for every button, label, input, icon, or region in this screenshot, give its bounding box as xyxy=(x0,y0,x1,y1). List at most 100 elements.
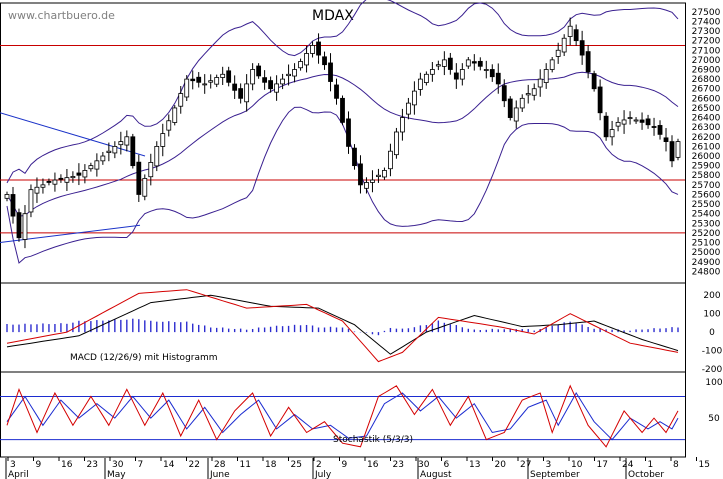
candle xyxy=(130,133,136,169)
x-day-label: 27 xyxy=(520,460,531,470)
y-tick-label: -100 xyxy=(702,347,723,357)
candle-down xyxy=(196,76,202,83)
y-tick-label: 25100 xyxy=(692,239,721,249)
x-day-label: 16 xyxy=(367,460,379,470)
watermark: www.chartbuero.de xyxy=(8,9,115,22)
candle xyxy=(148,153,154,186)
x-day-label: 1 xyxy=(648,460,654,470)
candle xyxy=(561,34,567,57)
candle xyxy=(376,168,381,183)
candle xyxy=(160,123,166,157)
candle-up xyxy=(459,69,465,80)
candle xyxy=(346,111,351,154)
x-month-label: August xyxy=(420,470,452,479)
candle xyxy=(22,205,28,249)
y-tick-label: 0 xyxy=(709,328,715,338)
candle xyxy=(304,45,309,73)
candle-down xyxy=(58,177,64,180)
candle-up xyxy=(549,59,555,70)
x-day-label: 23 xyxy=(87,460,98,470)
x-day-label: 30 xyxy=(418,460,430,470)
candle-down xyxy=(262,77,268,83)
candle xyxy=(124,130,130,152)
candle-up xyxy=(364,182,369,189)
candle-up xyxy=(483,69,489,71)
candle xyxy=(615,117,621,132)
candle xyxy=(477,57,483,71)
candle-down xyxy=(358,163,363,186)
candle-up xyxy=(519,97,525,109)
candle-up xyxy=(94,160,100,170)
candle xyxy=(388,143,393,177)
candle-down xyxy=(10,194,16,217)
candle-up xyxy=(154,146,160,167)
candle xyxy=(142,174,148,201)
candle xyxy=(609,120,615,146)
candle-up xyxy=(406,102,411,115)
y-tick-label: 50 xyxy=(708,414,720,424)
x-day-label: 24 xyxy=(622,460,634,470)
x-day-label: 9 xyxy=(342,460,348,470)
candle xyxy=(489,64,495,82)
x-day-label: 22 xyxy=(189,460,200,470)
candle-up xyxy=(513,107,519,122)
candle xyxy=(627,111,633,125)
candle xyxy=(429,61,435,82)
y-tick-label: 26800 xyxy=(692,75,721,85)
x-axis-labels: 3 9 16 23 30 7 14 22 28 11 18 25 2 9 16 23 30 6 13 20 27 3 10 1… xyxy=(5,458,710,479)
candle xyxy=(441,51,447,76)
candle xyxy=(136,154,142,202)
x-month-label: October xyxy=(628,470,664,479)
candle xyxy=(70,171,76,183)
y-tick-label: 26000 xyxy=(692,152,721,162)
candle-down xyxy=(16,212,22,239)
x-day-label: 30 xyxy=(112,460,124,470)
candle-down xyxy=(46,180,52,183)
candle-up xyxy=(543,69,549,83)
support-resistance-lines xyxy=(0,44,685,234)
y-tick-label: 25700 xyxy=(692,181,721,191)
candle-down xyxy=(579,40,585,56)
bollinger-upper xyxy=(6,0,679,184)
y-tick-label: -200 xyxy=(702,365,723,375)
y-tick-label: 25400 xyxy=(692,210,721,220)
candle xyxy=(64,168,70,191)
candle xyxy=(543,63,549,89)
candle-up xyxy=(621,119,627,125)
candle xyxy=(423,71,429,86)
candle xyxy=(262,70,268,90)
x-day-label: 23 xyxy=(393,460,404,470)
candle-up xyxy=(411,90,417,106)
candle-down xyxy=(585,51,591,73)
candle-up xyxy=(100,155,106,162)
y-tick-label: 27500 xyxy=(692,8,721,18)
candle-up xyxy=(208,80,214,83)
candle-down xyxy=(130,136,136,167)
candle-up xyxy=(166,120,172,131)
candle xyxy=(483,60,489,79)
candle xyxy=(4,191,10,202)
candle xyxy=(459,63,465,86)
candle-up xyxy=(28,189,34,213)
candle-down xyxy=(603,115,609,138)
candle-down xyxy=(507,98,513,118)
candle xyxy=(633,117,639,124)
candle xyxy=(202,74,208,94)
candle xyxy=(394,127,399,159)
candle-up xyxy=(142,178,148,197)
candle xyxy=(118,131,124,155)
y-tick-label: 25300 xyxy=(692,219,721,229)
candle xyxy=(400,108,405,141)
candle-up xyxy=(423,73,429,83)
candle xyxy=(340,95,345,126)
candle-up xyxy=(615,121,621,127)
candle-up xyxy=(106,150,112,153)
candle-down xyxy=(316,41,321,56)
candle xyxy=(370,170,375,193)
candle xyxy=(358,155,363,194)
candle-up xyxy=(64,177,70,183)
candle-up xyxy=(525,93,531,96)
y-tick-label: 27000 xyxy=(692,56,721,66)
x-month-label: April xyxy=(8,470,29,479)
candle xyxy=(411,81,417,115)
